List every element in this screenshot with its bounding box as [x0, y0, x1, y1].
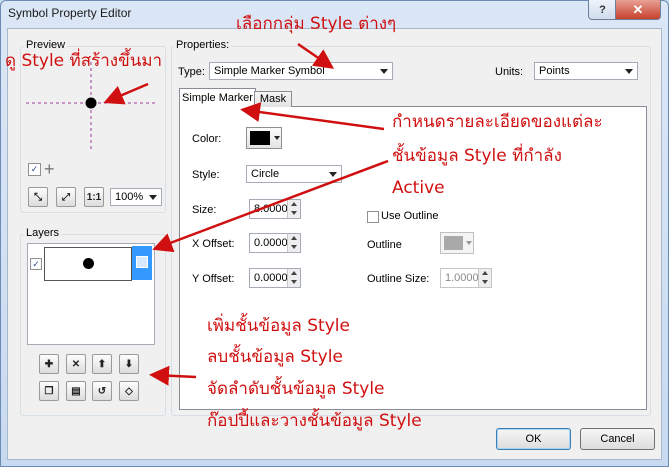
- arrow-to-layer: [152, 159, 389, 253]
- arrow-to-preview: [103, 82, 149, 105]
- arrow-to-layer-buttons: [149, 365, 197, 386]
- arrow-to-type: [297, 42, 335, 69]
- annotation-add-layer: เพิ่มชั้นข้อมูล Style: [207, 316, 350, 336]
- annotation-view-style: ดู Style ที่สร้างขึ้นมา: [5, 51, 163, 71]
- annotation-detail-1: กำหนดรายละเอียดของแต่ละ: [392, 112, 603, 132]
- annotation-detail-2: ชั้นข้อมูล Style ที่กำลัง: [392, 146, 562, 166]
- annotation-remove-layer: ลบชั้นข้อมูล Style: [207, 347, 343, 367]
- annotation-choose-style: เลือกกลุ่ม Style ต่างๆ: [236, 14, 397, 34]
- annotation-copy-paste: ก๊อปปี้และวางชั้นข้อมูล Style: [207, 411, 422, 431]
- annotation-order-layer: จัดลำดับชั้นข้อมูล Style: [207, 379, 385, 399]
- annotation-detail-3: Active: [392, 178, 445, 198]
- arrow-to-tab: [240, 102, 385, 131]
